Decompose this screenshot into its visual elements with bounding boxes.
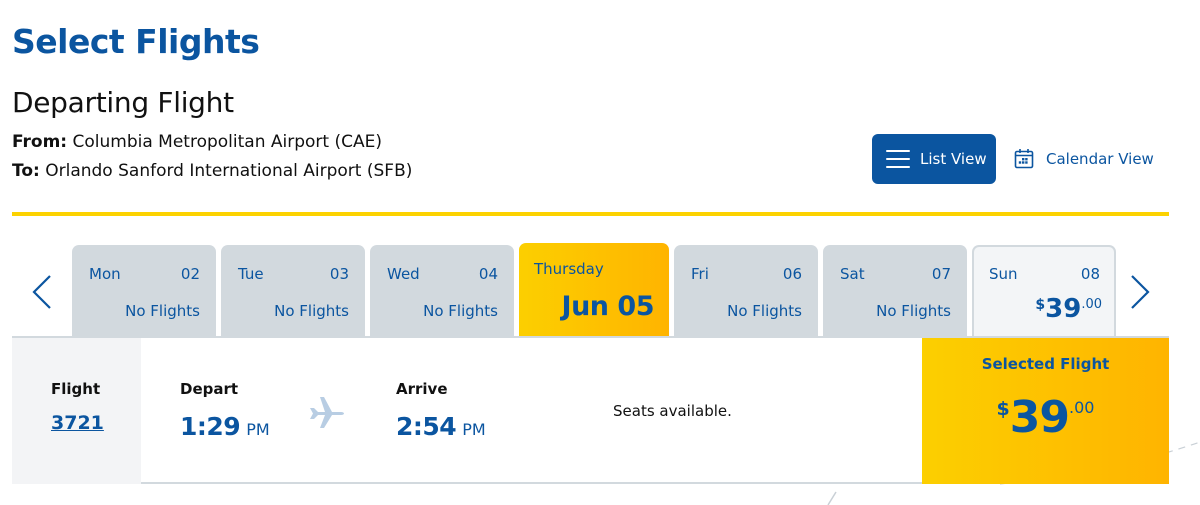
list-view-label: List View <box>920 150 987 168</box>
date-tab-tue[interactable]: Tue 03 No Flights <box>221 245 365 336</box>
fare-price: $ 39 .00 <box>922 394 1169 442</box>
day-number: 04 <box>478 265 498 283</box>
price-cents: .00 <box>1069 398 1095 417</box>
next-dates-button[interactable] <box>1125 270 1155 314</box>
from-airport: Columbia Metropolitan Airport (CAE) <box>72 132 382 152</box>
depart-label: Depart <box>180 380 239 398</box>
day-number: 08 <box>1080 265 1100 283</box>
page-title: Select Flights <box>12 22 260 61</box>
date-tabs: Mon 02 No Flights Tue 03 No Flights Wed … <box>72 243 1121 336</box>
day-status: No Flights <box>727 302 802 320</box>
day-name: Mon <box>89 265 121 283</box>
day-name: Fri <box>691 265 709 283</box>
price-cents: .00 <box>1081 297 1102 312</box>
depart-time-value: 1:29 <box>180 412 241 441</box>
day-number: 03 <box>329 265 349 283</box>
day-number: 02 <box>180 265 200 283</box>
flight-number-link[interactable]: 3721 <box>51 412 104 434</box>
calendar-icon <box>1014 149 1034 169</box>
date-tab-mon[interactable]: Mon 02 No Flights <box>72 245 216 336</box>
list-icon <box>886 150 910 168</box>
day-number: 07 <box>931 265 951 283</box>
date-tab-fri[interactable]: Fri 06 No Flights <box>674 245 818 336</box>
seats-available-text: Seats available. <box>613 402 732 420</box>
day-status: No Flights <box>423 302 498 320</box>
flight-label: Flight <box>51 380 101 398</box>
day-status: No Flights <box>274 302 349 320</box>
day-name: Wed <box>387 265 420 283</box>
previous-dates-button[interactable] <box>27 270 57 314</box>
date-tab-sat[interactable]: Sat 07 No Flights <box>823 245 967 336</box>
list-view-button[interactable]: List View <box>872 134 996 184</box>
to-airport: Orlando Sanford International Airport (S… <box>45 161 413 181</box>
arrive-time-value: 2:54 <box>396 412 457 441</box>
section-title: Departing Flight <box>12 86 234 119</box>
depart-ampm: PM <box>246 420 270 439</box>
view-toggle: List View Calendar View <box>872 134 1154 184</box>
chevron-right-icon <box>1131 275 1150 309</box>
flight-number-cell <box>12 338 141 484</box>
yellow-divider <box>12 212 1169 216</box>
price-currency: $ <box>1035 297 1046 313</box>
day-status: No Flights <box>125 302 200 320</box>
chevron-left-icon <box>32 275 51 309</box>
to-label: To: <box>12 161 40 181</box>
day-price: $ 39 .00 <box>1035 295 1102 323</box>
calendar-view-button[interactable]: Calendar View <box>1014 148 1154 170</box>
price-whole: 39 <box>1009 392 1070 443</box>
calendar-view-label: Calendar View <box>1046 150 1154 168</box>
arrive-time: 2:54 PM <box>396 412 486 441</box>
day-name: Sun <box>989 265 1018 283</box>
arrive-label: Arrive <box>396 380 448 398</box>
price-whole: 39 <box>1045 294 1082 324</box>
airplane-icon <box>310 397 344 428</box>
day-name: Thursday <box>534 260 604 278</box>
flight-row: Flight 3721 Depart 1:29 PM Arrive 2:54 P… <box>12 336 1169 484</box>
arrive-ampm: PM <box>462 420 486 439</box>
depart-time: 1:29 PM <box>180 412 270 441</box>
day-name: Tue <box>238 265 264 283</box>
price-currency: $ <box>996 398 1010 420</box>
from-label: From: <box>12 132 68 152</box>
selected-flight-fare[interactable]: Selected Flight $ 39 .00 <box>922 338 1169 484</box>
route-to: To: Orlando Sanford International Airpor… <box>12 161 412 181</box>
date-tab-thu-selected[interactable]: Thursday Jun 05 <box>519 243 669 336</box>
route-from: From: Columbia Metropolitan Airport (CAE… <box>12 132 382 152</box>
day-status: No Flights <box>876 302 951 320</box>
day-name: Sat <box>840 265 865 283</box>
day-number: 06 <box>782 265 802 283</box>
date-tab-wed[interactable]: Wed 04 No Flights <box>370 245 514 336</box>
selected-flight-label: Selected Flight <box>981 355 1110 373</box>
date-tab-sun[interactable]: Sun 08 $ 39 .00 <box>972 245 1116 336</box>
selected-date: Jun 05 <box>561 291 655 322</box>
